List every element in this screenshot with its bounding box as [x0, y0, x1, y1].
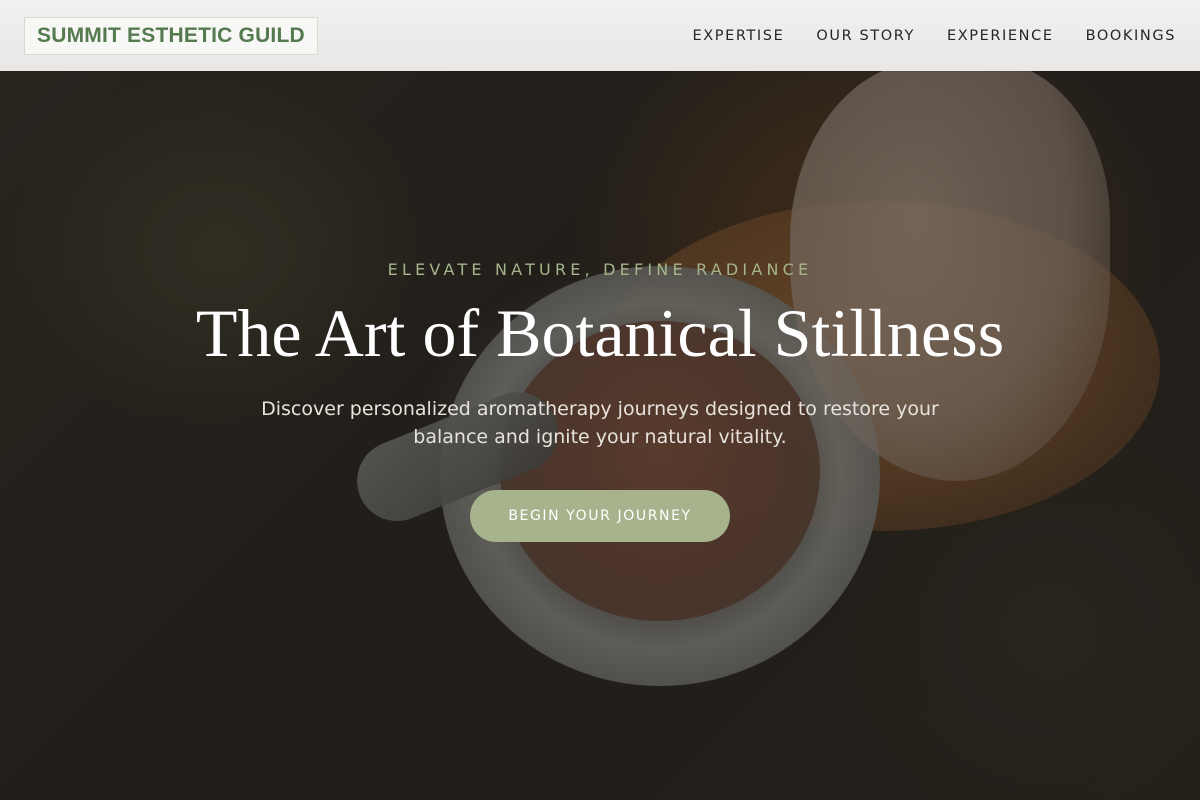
hero-eyebrow: ELEVATE NATURE, DEFINE RADIANCE: [387, 260, 813, 279]
hero-subtitle: Discover personalized aromatherapy journ…: [261, 398, 939, 448]
nav-link-bookings[interactable]: BOOKINGS: [1086, 28, 1176, 44]
hero-title: The Art of Botanical Stillness: [195, 295, 1005, 371]
begin-journey-button[interactable]: BEGIN YOUR JOURNEY: [470, 490, 730, 542]
brand-logo[interactable]: SUMMIT ESTHETIC GUILD: [24, 16, 318, 55]
main-nav: EXPERTISE OUR STORY EXPERIENCE BOOKINGS: [692, 28, 1176, 44]
nav-link-expertise[interactable]: EXPERTISE: [692, 28, 784, 44]
nav-link-experience[interactable]: EXPERIENCE: [947, 28, 1054, 44]
hero-content: ELEVATE NATURE, DEFINE RADIANCE The Art …: [0, 71, 1200, 800]
site-header: SUMMIT ESTHETIC GUILD EXPERTISE OUR STOR…: [0, 0, 1200, 71]
nav-link-our-story[interactable]: OUR STORY: [816, 28, 915, 44]
